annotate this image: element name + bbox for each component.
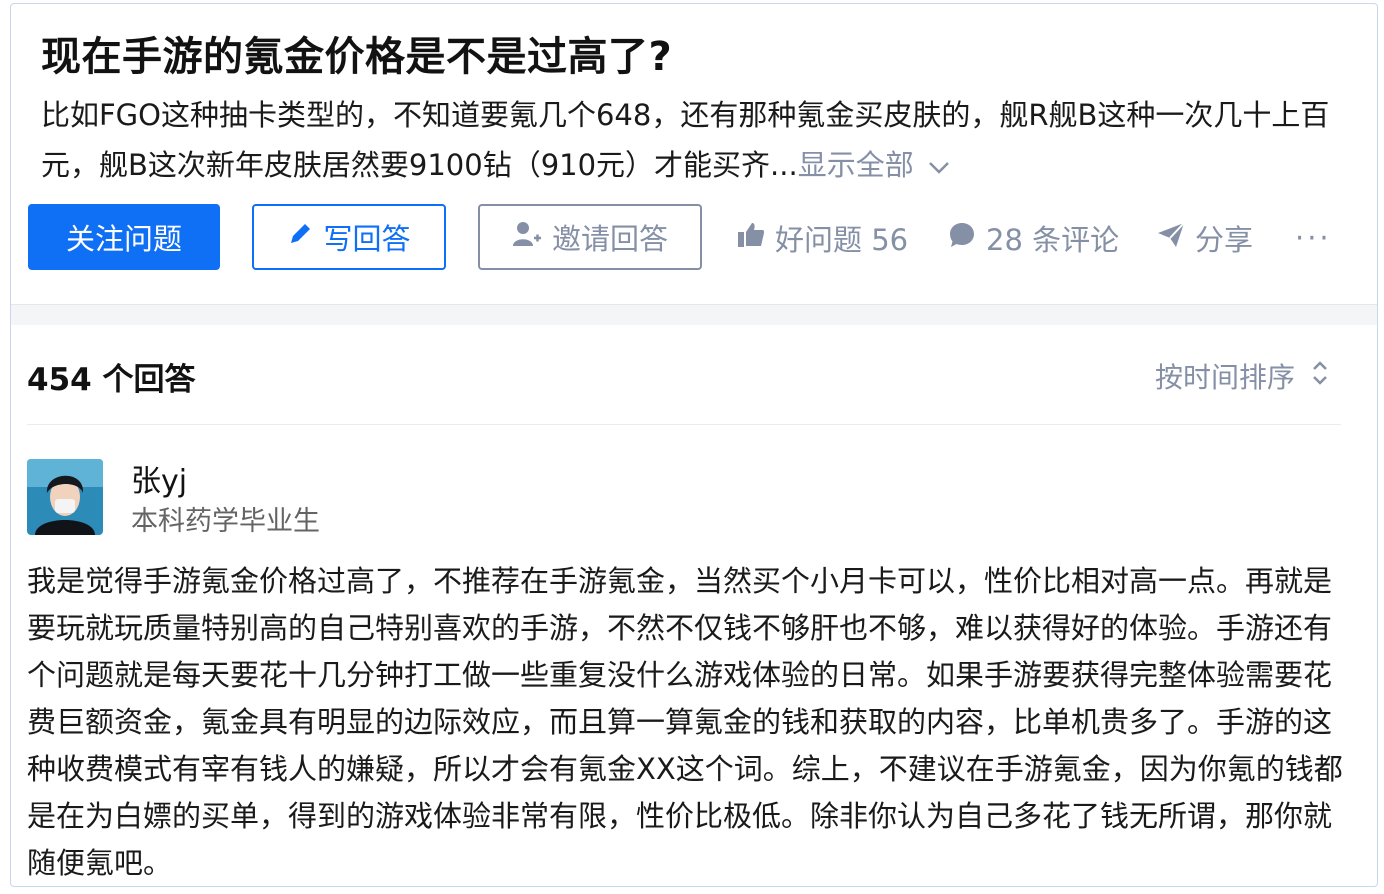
sort-updown-icon <box>1295 359 1329 394</box>
thumbs-up-icon <box>737 221 775 255</box>
answer-content: 我是觉得手游氪金价格过高了，不推荐在手游氪金，当然买个小月卡可以，性价比相对高一… <box>27 564 1343 880</box>
follow-question-button[interactable]: 关注问题 <box>28 204 220 270</box>
write-answer-button[interactable]: 写回答 <box>252 204 446 270</box>
show-all-link[interactable]: 显示全部 <box>798 148 950 182</box>
sort-toggle[interactable]: 按时间排序 <box>1155 356 1329 396</box>
pencil-icon <box>287 220 323 254</box>
invite-user-icon <box>512 220 552 255</box>
show-all-label: 显示全部 <box>797 148 914 182</box>
invite-answer-button[interactable]: 邀请回答 <box>478 204 702 270</box>
good-question-label: 好问题 56 <box>775 223 909 257</box>
sort-label: 按时间排序 <box>1154 361 1295 394</box>
more-options-button[interactable]: ··· <box>1295 216 1332 260</box>
comments-button[interactable]: 28 条评论 <box>948 216 1119 260</box>
invite-answer-label: 邀请回答 <box>551 222 668 256</box>
question-card: 现在手游的氪金价格是不是过高了? 比如FGO这种抽卡类型的，不知道要氪几个648… <box>10 3 1378 887</box>
section-separator <box>11 304 1377 325</box>
comment-bubble-icon <box>948 221 986 256</box>
author-bio: 本科药学毕业生 <box>131 506 320 537</box>
header-divider <box>27 424 1341 425</box>
question-detail-text: 比如FGO这种抽卡类型的，不知道要氪几个648，还有那种氪金买皮肤的，舰R舰B这… <box>41 98 1330 182</box>
share-plane-icon <box>1157 221 1195 255</box>
chevron-down-icon <box>928 144 950 194</box>
share-label: 分享 <box>1195 223 1254 257</box>
share-button[interactable]: 分享 <box>1157 216 1253 260</box>
avatar[interactable] <box>27 459 103 535</box>
comments-label: 28 条评论 <box>986 223 1120 257</box>
author-name[interactable]: 张yj <box>131 456 187 500</box>
good-question-button[interactable]: 好问题 56 <box>737 216 908 260</box>
more-options-label: ··· <box>1295 221 1332 255</box>
follow-question-label: 关注问题 <box>65 222 182 256</box>
answer-count: 454 个回答 <box>27 362 196 398</box>
question-title[interactable]: 现在手游的氪金价格是不是过高了? <box>41 24 672 82</box>
write-answer-label: 写回答 <box>323 222 411 256</box>
question-detail: 比如FGO这种抽卡类型的，不知道要氪几个648，还有那种氪金买皮肤的，舰R舰B这… <box>41 90 1377 194</box>
